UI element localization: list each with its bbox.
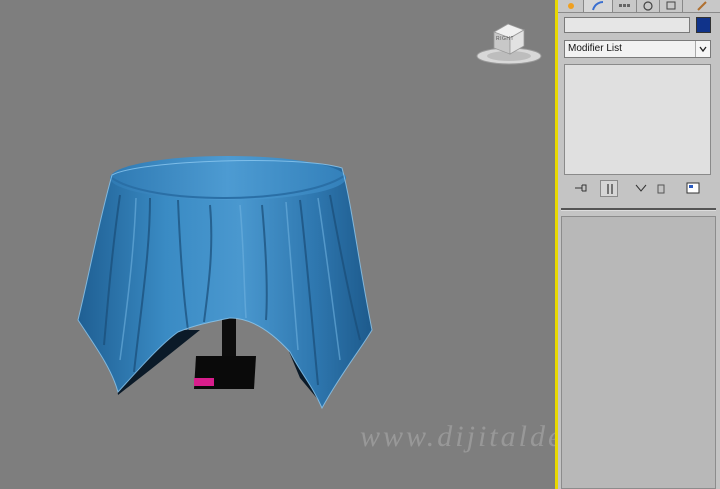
make-unique-icon [635,184,647,192]
object-color-swatch[interactable] [696,17,711,33]
pin-icon [575,184,587,192]
scene-render [77,156,373,410]
command-panel-tabs [558,0,720,13]
chevron-down-icon[interactable] [695,41,710,57]
watermark-text: www.dijitaldevs.com [360,420,555,453]
bend-arc-icon [592,1,604,11]
modifier-list-label: Modifier List [568,43,622,54]
object-name-field[interactable] [564,17,690,33]
display-monitor-icon [666,1,676,10]
panel-separator [561,208,716,211]
configure-icon [686,182,700,194]
configure-modifier-sets-button[interactable] [684,180,702,197]
perspective-viewport[interactable]: RIGHT www.dijitaldevs.com [0,0,555,489]
create-tab[interactable] [558,0,584,12]
modifier-stack-list[interactable] [564,64,711,175]
remove-modifier-button[interactable] [652,180,670,197]
make-unique-button[interactable] [632,180,650,197]
hierarchy-tab[interactable] [613,0,637,12]
modifier-stack-toolbar [564,180,711,198]
trash-icon [657,184,665,194]
viewcube[interactable] [474,18,544,68]
command-panel: Modifier List [558,0,720,489]
utilities-tab[interactable] [683,0,720,12]
sun-star-icon [567,3,574,9]
modify-tab[interactable] [584,0,613,12]
end-result-icon [607,184,613,194]
motion-tab[interactable] [637,0,660,12]
viewcube-face-label: RIGHT [496,36,515,42]
hierarchy-icon [618,4,630,7]
show-end-result-button[interactable] [600,180,618,197]
hammer-icon [696,1,707,11]
modifier-list-dropdown[interactable]: Modifier List [564,40,711,58]
display-tab[interactable] [660,0,683,12]
parameters-rollout-area[interactable] [561,216,716,489]
pin-stack-button[interactable] [572,180,590,197]
table-stand [194,318,256,389]
motion-circle-icon [643,1,653,11]
